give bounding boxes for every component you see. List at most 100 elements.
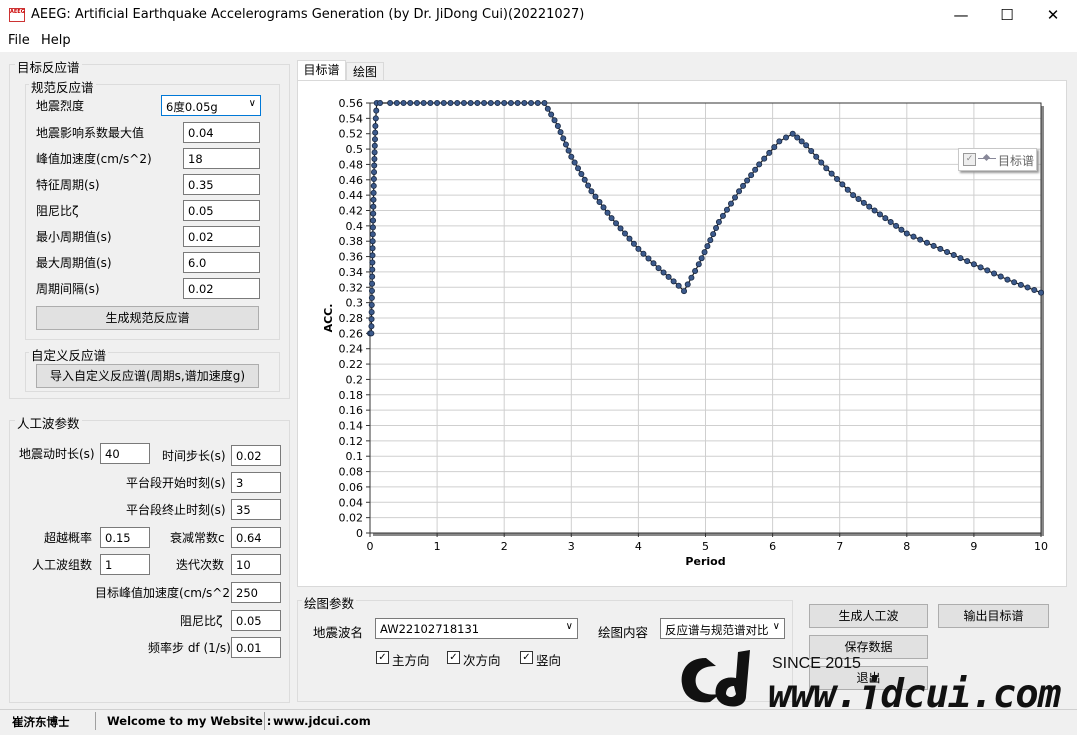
period-step-input[interactable]: 0.02	[183, 278, 260, 299]
menu-help[interactable]: Help	[41, 33, 71, 48]
timestep-input[interactable]: 0.02	[231, 445, 281, 466]
series-point	[369, 231, 376, 238]
series-point	[371, 162, 378, 169]
generate-wave-button[interactable]: 生成人工波	[809, 604, 928, 628]
wave-params-group-title: 人工波参数	[15, 413, 82, 432]
min-period-input[interactable]: 0.02	[183, 226, 260, 247]
import-custom-spectrum-button[interactable]: 导入自定义反应谱(周期s,谱加速度g)	[36, 364, 259, 388]
plot-content-select[interactable]: 反应谱与规范谱对比 ∨	[660, 618, 785, 639]
series-point	[370, 176, 377, 183]
wave-damping-input[interactable]: 0.05	[231, 610, 281, 631]
wave-count-input[interactable]: 1	[100, 554, 150, 575]
plateau-start-input[interactable]: 3	[231, 472, 281, 493]
export-target-button[interactable]: 输出目标谱	[938, 604, 1049, 628]
tab-target-spectrum[interactable]: 目标谱	[297, 60, 346, 80]
series-point	[761, 155, 768, 162]
generate-code-spectrum-button[interactable]: 生成规范反应谱	[36, 306, 259, 330]
minimize-button[interactable]: —	[938, 0, 984, 30]
custom-spectrum-group-title: 自定义反应谱	[29, 345, 109, 364]
plateau-end-input[interactable]: 35	[231, 499, 281, 520]
series-point	[557, 129, 564, 136]
max-period-input[interactable]: 6.0	[183, 252, 260, 273]
main-direction-checkbox[interactable]: ✓	[376, 651, 389, 664]
series-point	[371, 142, 378, 149]
y-tick-label: 0.5	[346, 143, 364, 156]
series-point	[481, 99, 488, 106]
series-point	[655, 265, 662, 272]
series-point	[808, 147, 815, 154]
series-point	[370, 217, 377, 224]
damping-label: 阻尼比ζ	[36, 204, 79, 218]
series-point	[370, 203, 377, 210]
series-point	[368, 294, 375, 301]
series-point	[710, 231, 717, 238]
series-point	[434, 99, 441, 106]
y-tick-label: 0.44	[339, 189, 364, 202]
close-button[interactable]: ✕	[1030, 0, 1076, 30]
y-tick-label: 0.4	[346, 220, 364, 233]
series-point	[866, 203, 873, 210]
duration-input[interactable]: 40	[100, 443, 150, 464]
y-tick-label: 0.56	[339, 97, 364, 110]
status-author: 崔济东博士	[12, 715, 70, 729]
series-point	[650, 260, 657, 267]
x-axis-label: Period	[685, 555, 725, 568]
series-point	[798, 138, 805, 145]
x-tick-label: 6	[769, 540, 776, 553]
maximize-button[interactable]: ☐	[984, 0, 1030, 30]
x-tick-label: 8	[903, 540, 910, 553]
alpha-max-input[interactable]: 0.04	[183, 122, 260, 143]
series-point	[534, 99, 541, 106]
series-point	[740, 182, 747, 189]
intensity-select[interactable]: 6度0.05g ∨	[161, 95, 261, 116]
sub-direction-checkbox[interactable]: ✓	[447, 651, 460, 664]
vertical-checkbox[interactable]: ✓	[520, 651, 533, 664]
y-tick-label: 0.1	[346, 450, 364, 463]
status-website[interactable]: www.jdcui.com	[273, 714, 371, 728]
wave-name-select[interactable]: AW22102718131 ∨	[375, 618, 578, 639]
plot-content-value: 反应谱与规范谱对比	[665, 623, 769, 637]
char-period-input[interactable]: 0.35	[183, 174, 260, 195]
peak-accel-label: 峰值加速度(cm/s^2)	[36, 152, 152, 166]
series-point	[413, 99, 420, 106]
tab-plot[interactable]: 绘图	[346, 62, 384, 80]
series-point	[957, 255, 964, 262]
series-point	[850, 192, 857, 199]
series-point	[665, 273, 672, 280]
series-point	[372, 115, 379, 122]
y-tick-label: 0.3	[346, 297, 364, 310]
max-period-label: 最大周期值(s)	[36, 256, 112, 270]
series-point	[368, 316, 375, 323]
damping-input[interactable]: 0.05	[183, 200, 260, 221]
decay-input[interactable]: 0.64	[231, 527, 281, 548]
series-point	[748, 172, 755, 179]
series-point	[494, 99, 501, 106]
series-point	[387, 99, 394, 106]
series-point	[528, 99, 535, 106]
y-tick-label: 0.24	[339, 343, 364, 356]
freq-step-input[interactable]: 0.01	[231, 637, 281, 658]
legend-marker-icon	[982, 153, 991, 162]
series-point	[514, 99, 521, 106]
series-point	[369, 273, 376, 280]
status-separator	[95, 712, 96, 730]
y-tick-label: 0.38	[339, 235, 364, 248]
series-point	[541, 99, 548, 106]
series-point	[617, 225, 624, 232]
exceedance-input[interactable]: 0.15	[100, 527, 150, 548]
series-point	[369, 224, 376, 231]
series-point	[930, 242, 937, 249]
series-point	[596, 199, 603, 206]
menu-file[interactable]: File	[8, 33, 30, 48]
chevron-down-icon: ∨	[565, 621, 573, 632]
legend-check-icon[interactable]: ✓	[963, 153, 976, 166]
y-tick-label: 0.46	[339, 174, 364, 187]
target-spectrum-group-title: 目标反应谱	[15, 57, 82, 76]
series-point	[876, 211, 883, 218]
iterations-input[interactable]: 10	[231, 554, 281, 575]
target-pga-input[interactable]: 250	[231, 582, 281, 603]
series-point	[460, 99, 467, 106]
series-point	[369, 252, 376, 259]
series-point	[1024, 284, 1031, 291]
peak-accel-input[interactable]: 18	[183, 148, 260, 169]
